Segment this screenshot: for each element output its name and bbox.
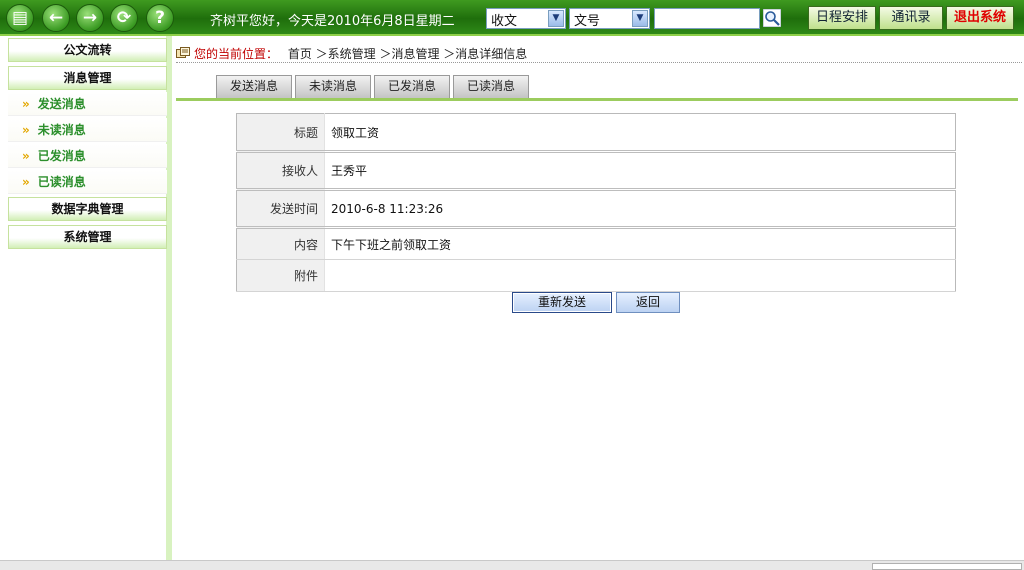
sidebar-item-label: 未读消息 — [37, 123, 86, 137]
sidebar-item-unread-messages[interactable]: » 未读消息 — [8, 118, 167, 142]
doc-type-value: 收文 — [491, 14, 518, 29]
search-field-value: 文号 — [574, 14, 601, 29]
breadcrumb-path[interactable]: 首页 ＞系统管理 ＞消息管理 ＞消息详细信息 — [288, 47, 527, 61]
sidebar-section-data-dictionary[interactable]: 数据字典管理 — [8, 197, 167, 221]
table-row: 附件 — [236, 259, 956, 292]
message-detail-table: 标题 领取工资 接收人 王秀平 发送时间 2010-6-8 11:23:26 内… — [236, 113, 956, 292]
doc-type-select[interactable]: 收文 ▼ — [486, 8, 566, 29]
welcome-text: 齐树平您好，今天是2010年6月8日星期二 — [210, 14, 455, 29]
help-icon[interactable]: ? — [146, 4, 174, 32]
sidebar-item-send-message[interactable]: » 发送消息 — [8, 92, 167, 116]
sidebar-item-label: 已发消息 — [37, 149, 86, 163]
sidebar-section-system-management[interactable]: 系统管理 — [8, 225, 167, 249]
search-input[interactable] — [654, 8, 760, 29]
contacts-button[interactable]: 通讯录 — [879, 6, 943, 30]
table-row: 标题 领取工资 — [236, 113, 956, 153]
schedule-button[interactable]: 日程安排 — [808, 6, 876, 30]
location-icon — [176, 47, 190, 58]
sidebar-section-message-management[interactable]: 消息管理 — [8, 66, 167, 90]
send-time-value: 2010-6-8 11:23:26 — [324, 189, 956, 229]
chevron-down-icon[interactable]: ▼ — [548, 10, 564, 27]
document-icon[interactable]: ▤ — [6, 4, 34, 32]
refresh-icon[interactable]: ⟳ — [110, 4, 138, 32]
table-row: 发送时间 2010-6-8 11:23:26 — [236, 189, 956, 229]
breadcrumb-label: 您的当前位置： — [194, 47, 279, 61]
sidebar-item-label: 发送消息 — [37, 97, 86, 111]
bottom-status-bar — [0, 560, 1024, 570]
chevron-down-icon[interactable]: ▼ — [632, 10, 648, 27]
content-value: 下午下班之前领取工资 — [324, 227, 956, 260]
table-row: 接收人 王秀平 — [236, 151, 956, 191]
receiver-value: 王秀平 — [324, 151, 956, 191]
table-row: 内容 下午下班之前领取工资 — [236, 227, 956, 260]
sidebar-item-sent-messages[interactable]: » 已发消息 — [8, 144, 167, 168]
main-content: 您的当前位置： 首页 ＞系统管理 ＞消息管理 ＞消息详细信息 发送消息 未读消息… — [172, 36, 1024, 560]
content-label: 内容 — [236, 227, 325, 260]
status-box — [872, 563, 1022, 570]
tab-send-message[interactable]: 发送消息 — [216, 75, 292, 98]
receiver-label: 接收人 — [236, 151, 325, 191]
back-button[interactable]: 返回 — [616, 292, 680, 313]
double-chevron-icon: » — [22, 97, 30, 111]
tab-unread-messages[interactable]: 未读消息 — [295, 75, 371, 98]
sidebar-item-read-messages[interactable]: » 已读消息 — [8, 170, 167, 194]
tab-read-messages[interactable]: 已读消息 — [453, 75, 529, 98]
sidebar-item-label: 已读消息 — [37, 175, 86, 189]
sidebar-section-document-flow[interactable]: 公文流转 — [8, 38, 167, 62]
attachment-label: 附件 — [236, 259, 325, 292]
double-chevron-icon: » — [22, 175, 30, 189]
title-label: 标题 — [236, 113, 325, 153]
breadcrumb: 您的当前位置： 首页 ＞系统管理 ＞消息管理 ＞消息详细信息 — [176, 45, 527, 62]
top-toolbar: ▤ ← → ⟳ ? 齐树平您好，今天是2010年6月8日星期二 收文 ▼ 文号 … — [0, 0, 1024, 36]
logout-button[interactable]: 退出系统 — [946, 6, 1014, 30]
tab-underline — [176, 98, 1018, 101]
back-arrow-icon[interactable]: ← — [42, 4, 70, 32]
search-icon[interactable] — [763, 9, 781, 27]
tab-sent-messages[interactable]: 已发消息 — [374, 75, 450, 98]
divider — [176, 62, 1022, 63]
title-value: 领取工资 — [324, 113, 956, 153]
search-field-select[interactable]: 文号 ▼ — [569, 8, 650, 29]
resend-button[interactable]: 重新发送 — [512, 292, 612, 313]
send-time-label: 发送时间 — [236, 189, 325, 229]
double-chevron-icon: » — [22, 149, 30, 163]
attachment-value — [324, 259, 956, 292]
double-chevron-icon: » — [22, 123, 30, 137]
forward-arrow-icon[interactable]: → — [76, 4, 104, 32]
